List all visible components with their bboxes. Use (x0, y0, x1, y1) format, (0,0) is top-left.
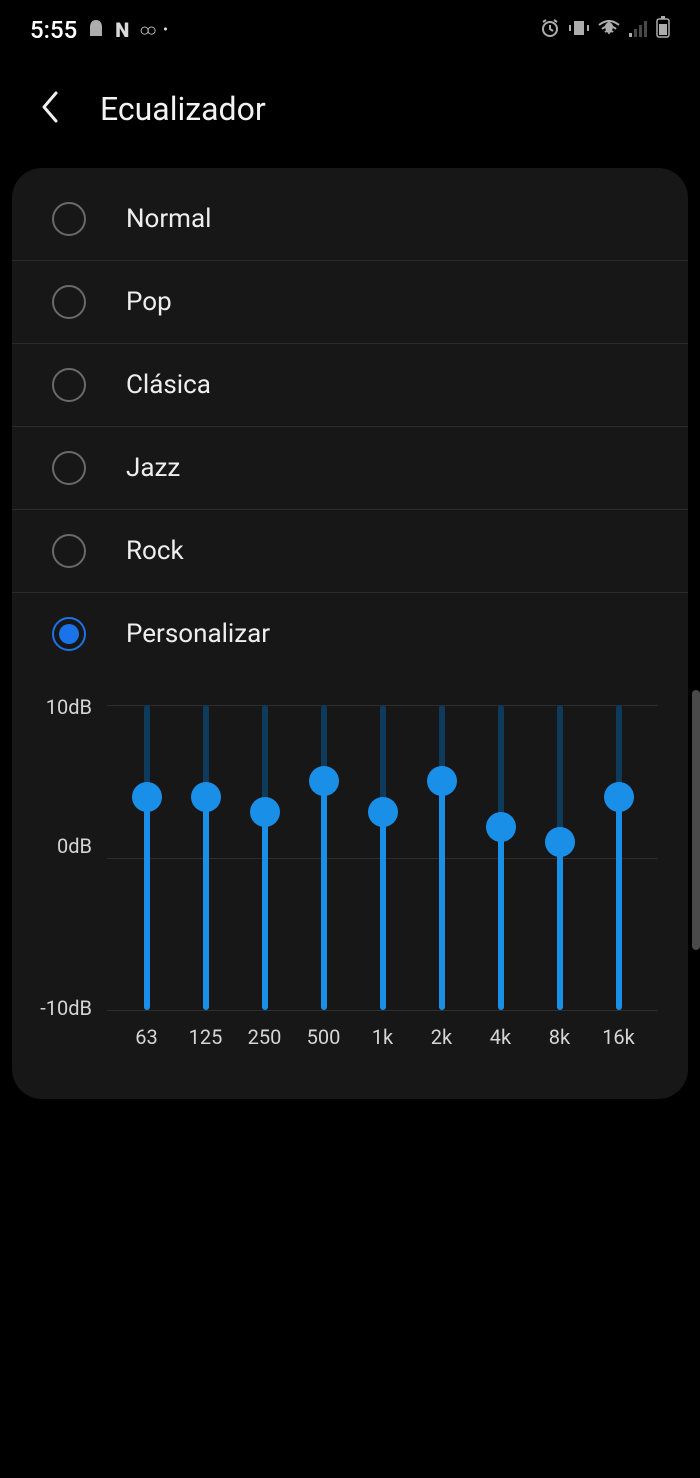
slider-thumb[interactable] (309, 766, 339, 796)
netflix-icon: N (115, 18, 129, 42)
slider-track[interactable] (557, 705, 563, 1010)
slider-thumb[interactable] (545, 827, 575, 857)
slider-fill (203, 797, 209, 1011)
eq-slider-1k[interactable] (353, 705, 412, 1010)
status-left: 5:55 N ○○ • (30, 16, 168, 44)
slider-fill (498, 827, 504, 1010)
chevron-left-icon (40, 91, 60, 123)
status-time: 5:55 (30, 16, 77, 44)
eq-slider-500[interactable] (294, 705, 353, 1010)
freq-label: 500 (294, 1025, 353, 1049)
signal-icon (628, 16, 648, 44)
more-notifications-icon: • (163, 22, 168, 38)
status-bar: 5:55 N ○○ • (0, 0, 700, 60)
preset-row-normal[interactable]: Normal (12, 178, 688, 261)
slider-track[interactable] (203, 705, 209, 1010)
preset-row-clásica[interactable]: Clásica (12, 344, 688, 427)
slider-fill (557, 842, 563, 1010)
preset-label: Normal (126, 204, 211, 234)
header: Ecualizador (0, 60, 700, 168)
slider-fill (616, 797, 622, 1011)
y-label-max: 10dB (32, 695, 92, 719)
freq-label: 250 (235, 1025, 294, 1049)
slider-track[interactable] (321, 705, 327, 1010)
y-label-mid: 0dB (32, 834, 92, 858)
slider-fill (439, 781, 445, 1010)
slider-thumb[interactable] (604, 782, 634, 812)
slider-track[interactable] (262, 705, 268, 1010)
slider-thumb[interactable] (368, 797, 398, 827)
radio-button[interactable] (52, 368, 86, 402)
eq-slider-63[interactable] (117, 705, 176, 1010)
slider-thumb[interactable] (427, 766, 457, 796)
voicemail-icon: ○○ (139, 20, 153, 41)
slider-fill (380, 812, 386, 1010)
settings-card: Normal Pop Clásica Jazz Rock Personalizar 10d… (12, 168, 688, 1099)
radio-button[interactable] (52, 285, 86, 319)
back-button[interactable] (40, 91, 60, 127)
radio-button[interactable] (52, 534, 86, 568)
equalizer-panel: 10dB 0dB -10dB 631252505001k2k4k8k16k (12, 675, 688, 1059)
scrollbar[interactable] (692, 690, 700, 950)
alarm-icon (540, 16, 560, 44)
eq-y-axis: 10dB 0dB -10dB (32, 705, 107, 1010)
freq-label: 2k (412, 1025, 471, 1049)
slider-fill (144, 797, 150, 1011)
preset-row-pop[interactable]: Pop (12, 261, 688, 344)
slider-track[interactable] (616, 705, 622, 1010)
eq-slider-16k[interactable] (589, 705, 648, 1010)
eq-slider-8k[interactable] (530, 705, 589, 1010)
y-label-min: -10dB (32, 996, 92, 1020)
preset-label: Personalizar (126, 619, 270, 649)
freq-label: 4k (471, 1025, 530, 1049)
radio-button[interactable] (52, 617, 86, 651)
preset-row-rock[interactable]: Rock (12, 510, 688, 593)
slider-track[interactable] (439, 705, 445, 1010)
slider-thumb[interactable] (486, 812, 516, 842)
radio-dot-icon (59, 624, 79, 644)
eq-slider-4k[interactable] (471, 705, 530, 1010)
slider-fill (321, 781, 327, 1010)
freq-label: 125 (176, 1025, 235, 1049)
freq-label: 16k (589, 1025, 648, 1049)
eq-slider-2k[interactable] (412, 705, 471, 1010)
app-notification-icon (87, 16, 105, 44)
slider-thumb[interactable] (191, 782, 221, 812)
preset-row-personalizar[interactable]: Personalizar (12, 593, 688, 675)
freq-label: 8k (530, 1025, 589, 1049)
preset-label: Pop (126, 287, 172, 317)
slider-track[interactable] (380, 705, 386, 1010)
slider-thumb[interactable] (132, 782, 162, 812)
preset-label: Clásica (126, 370, 211, 400)
slider-track[interactable] (144, 705, 150, 1010)
vibrate-icon (568, 16, 590, 44)
slider-track[interactable] (498, 705, 504, 1010)
status-right (540, 16, 670, 44)
preset-label: Jazz (126, 453, 180, 483)
slider-fill (262, 812, 268, 1010)
radio-button[interactable] (52, 202, 86, 236)
eq-slider-125[interactable] (176, 705, 235, 1010)
freq-label: 63 (117, 1025, 176, 1049)
radio-button[interactable] (52, 451, 86, 485)
wifi-icon (598, 16, 620, 44)
preset-label: Rock (126, 536, 184, 566)
slider-thumb[interactable] (250, 797, 280, 827)
preset-row-jazz[interactable]: Jazz (12, 427, 688, 510)
freq-label: 1k (353, 1025, 412, 1049)
battery-icon (656, 16, 670, 44)
eq-slider-250[interactable] (235, 705, 294, 1010)
page-title: Ecualizador (100, 90, 266, 128)
eq-sliders-area: 631252505001k2k4k8k16k (107, 705, 658, 1049)
